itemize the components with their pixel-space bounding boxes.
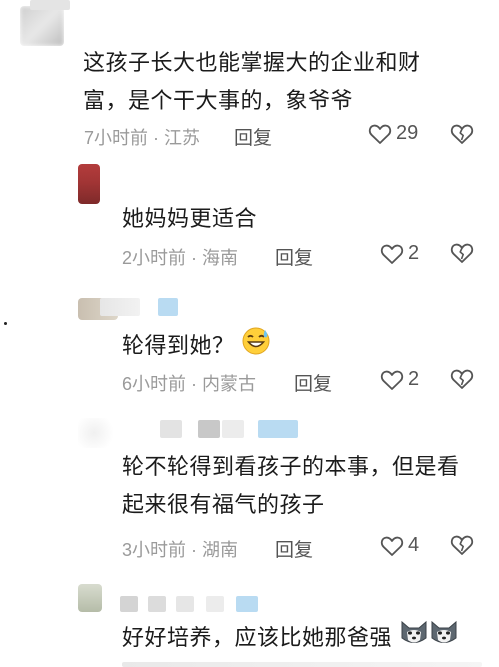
grinning-sweat-emoji [241,326,271,368]
comment-location: 内蒙古 [202,374,257,394]
avatar[interactable] [78,164,100,204]
comment-text: 她妈妈更适合 [122,200,482,238]
broken-heart-icon[interactable] [450,534,474,556]
reply-button[interactable]: 回复 [275,535,313,562]
comment-location: 海南 [202,248,239,268]
blurred-username[interactable] [176,596,194,612]
like-button[interactable]: 2 [380,368,419,391]
like-button[interactable]: 29 [368,122,418,145]
broken-heart-icon[interactable] [450,123,474,145]
comment-item: 轮得到她？ 6小时前 · 内蒙古 回复 2 [0,290,499,410]
comment-text: 这孩子长大也能掌握大的企业和财 富，是个干大事的，象爷爷 [83,44,483,120]
like-button[interactable]: 2 [380,242,419,265]
comment-line: 轮得到她？ [122,332,235,358]
broken-heart-icon[interactable] [450,242,474,264]
heart-outline-icon [368,123,392,145]
comment-line: 她妈妈更适合 [122,206,258,231]
comment-meta: 6小时前 · 内蒙古 [122,370,256,396]
comment-line: 这孩子长大也能掌握大的企业和财 [83,50,421,75]
husky-dog-emoji [429,618,459,660]
reply-button[interactable]: 回复 [275,243,313,270]
broken-heart-icon[interactable] [450,368,474,390]
like-count: 4 [408,534,420,556]
meta-separator: · [186,374,203,394]
comment-time: 2小时前 [122,248,187,268]
comment-location: 江苏 [164,128,201,148]
comment-meta: 3小时前 · 湖南 [122,536,238,562]
comment-item: 她妈妈更适合 2小时前 · 海南 回复 2 [0,160,499,280]
blurred-username[interactable] [222,420,244,438]
comment-line: 起来很有福气的孩子 [122,492,325,517]
avatar[interactable] [20,6,64,46]
heart-outline-icon [380,243,404,265]
heart-outline-icon [380,369,404,391]
comment-item: 这孩子长大也能掌握大的企业和财 富，是个干大事的，象爷爷 7小时前 · 江苏 回… [0,0,499,160]
meta-separator: · [148,128,165,148]
blurred-username[interactable] [100,298,140,316]
blurred-badge [236,596,258,612]
comment-meta: 7小时前 · 江苏 [84,124,200,150]
like-count: 2 [408,368,420,390]
comment-location: 湖南 [202,540,239,560]
blurred-badge [258,420,298,438]
comment-item: 轮不轮得到看孩子的本事，但是看 起来很有福气的孩子 3小时前 · 湖南 回复 4 [0,410,499,570]
meta-separator: · [186,248,203,268]
reply-button[interactable]: 回复 [234,123,272,150]
comment-time: 6小时前 [122,374,187,394]
meta-separator: · [186,540,203,560]
comment-line: 轮不轮得到看孩子的本事，但是看 [122,454,460,479]
blurred-username[interactable] [160,420,182,438]
heart-outline-icon [380,535,404,557]
blurred-username[interactable] [30,0,70,10]
reply-button[interactable]: 回复 [294,369,332,396]
blurred-username[interactable] [120,596,138,612]
blurred-username[interactable] [198,420,220,438]
comment-line: 好好培养，应该比她那爸强 [122,624,393,650]
avatar[interactable] [78,418,118,448]
like-button[interactable]: 4 [380,534,419,557]
blurred-username[interactable] [148,596,166,612]
comment-item: 好好培养，应该比她那爸强 [0,578,499,667]
comment-text: 轮不轮得到看孩子的本事，但是看 起来很有福气的孩子 [122,448,492,524]
comment-time: 7小时前 [84,128,149,148]
blurred-username[interactable] [206,596,224,612]
comment-time: 3小时前 [122,540,187,560]
avatar[interactable] [78,584,102,612]
comment-meta: 2小时前 · 海南 [122,244,238,270]
comment-line: 富，是个干大事的，象爷爷 [83,88,354,113]
husky-dog-emoji [399,618,429,660]
comment-text: 好好培养，应该比她那爸强 [122,618,492,660]
blurred-badge [158,298,178,316]
comment-text: 轮得到她？ [122,326,482,368]
like-count: 29 [396,122,419,144]
cut-off-meta-row [122,662,482,667]
like-count: 2 [408,242,420,264]
